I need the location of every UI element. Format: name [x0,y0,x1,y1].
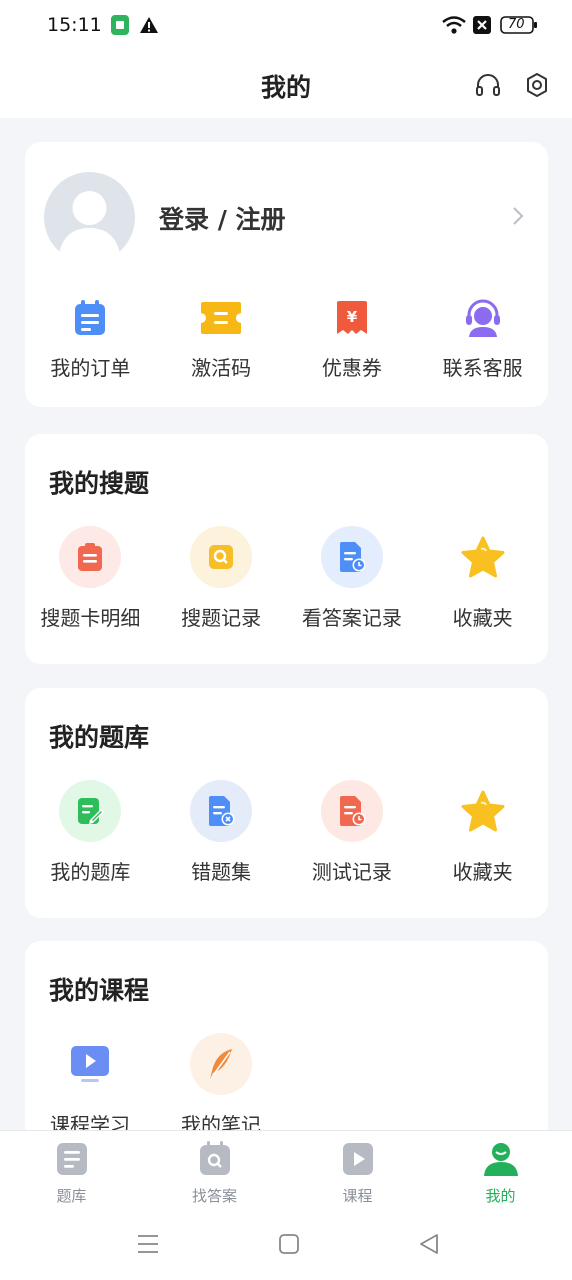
wifi-icon [441,15,467,39]
coupon-icon: ¥ [334,298,370,338]
profile-icon [482,1141,520,1181]
tab-label: 找答案 [191,1187,237,1205]
app-notification-icon [110,14,130,40]
profile-card: 登录 / 注册 我的订单 激活码 ¥ 优惠券 联系客服 [25,142,548,407]
tab-label: 我的 [485,1187,516,1205]
avatar[interactable] [44,172,135,263]
search-record-icon [190,526,253,588]
tab-mine[interactable]: 我的 [429,1131,572,1210]
favorites-search[interactable]: 收藏夹 [417,526,548,631]
test-history[interactable]: 测试记录 [287,780,418,885]
system-nav-bar [0,1210,572,1280]
answer-view-history[interactable]: 看答案记录 [287,526,418,631]
item-label: 收藏夹 [452,606,513,630]
bottom-tab-bar: 题库 找答案 课程 我的 [0,1130,572,1210]
settings-gear-icon[interactable] [523,71,551,99]
order-icon [72,298,108,338]
my-question-bank-card: 我的题库 我的题库 错题集 测试记录 收藏夹 [25,688,548,918]
login-register-link[interactable]: 登录 / 注册 [159,200,286,236]
back-icon[interactable] [419,1233,439,1259]
shortcut-activation-code[interactable]: 激活码 [156,298,287,381]
search-history[interactable]: 搜题记录 [156,526,287,631]
status-time: 15:11 [47,14,102,36]
tab-label: 题库 [56,1187,87,1205]
status-bar: 15:11 70 [0,0,572,52]
find-answer-icon [198,1141,232,1181]
headset-icon[interactable] [474,71,502,99]
item-label: 收藏夹 [452,860,513,884]
shortcut-customer-service[interactable]: 联系客服 [417,298,548,381]
sim-off-icon [472,15,492,39]
answer-record-icon [320,526,383,588]
wrong-doc-icon [190,780,253,842]
shortcut-label: 联系客服 [442,356,523,380]
page-header: 我的 [0,52,572,118]
my-notes[interactable]: 我的笔记 [161,1033,281,1138]
section-title: 我的题库 [49,723,150,752]
item-label: 搜题卡明细 [40,606,141,630]
search-card-details[interactable]: 搜题卡明细 [25,526,156,631]
tab-label: 课程 [342,1187,373,1205]
item-label: 看答案记录 [301,606,402,630]
test-record-icon [320,780,383,842]
ticket-icon [199,298,243,338]
shortcut-coupon[interactable]: ¥ 优惠券 [287,298,418,381]
tab-find-answer[interactable]: 找答案 [143,1131,286,1210]
item-label: 错题集 [191,860,252,884]
course-play-icon [341,1141,375,1181]
shortcut-label: 我的订单 [50,356,131,380]
edit-doc-icon [59,780,122,842]
star-icon [452,526,514,588]
favorites-bank[interactable]: 收藏夹 [417,780,548,885]
star-icon [452,780,514,842]
warning-icon [139,16,159,38]
shortcut-my-orders[interactable]: 我的订单 [25,298,156,381]
customer-service-icon [464,298,502,338]
chevron-right-icon[interactable] [512,206,524,230]
course-study[interactable]: 课程学习 [30,1033,150,1138]
svg-text:¥: ¥ [347,308,358,326]
question-bank-icon [55,1141,89,1181]
shortcut-label: 激活码 [191,356,252,380]
item-label: 测试记录 [311,860,392,884]
shortcut-label: 优惠券 [321,356,382,380]
clipboard-icon [59,526,122,588]
item-label: 搜题记录 [181,606,262,630]
tab-question-bank[interactable]: 题库 [0,1131,143,1210]
section-title: 我的课程 [49,976,150,1005]
item-label: 我的题库 [50,860,131,884]
feather-icon [190,1033,252,1095]
wrong-questions-set[interactable]: 错题集 [156,780,287,885]
battery-level: 70 [508,17,525,32]
tab-course[interactable]: 课程 [286,1131,429,1210]
video-icon [59,1033,121,1095]
home-icon[interactable] [279,1233,299,1259]
my-question-bank[interactable]: 我的题库 [25,780,156,885]
section-title: 我的搜题 [49,469,150,498]
menu-icon[interactable] [137,1233,159,1259]
my-search-card: 我的搜题 搜题卡明细 搜题记录 看答案记录 收藏夹 [25,434,548,664]
